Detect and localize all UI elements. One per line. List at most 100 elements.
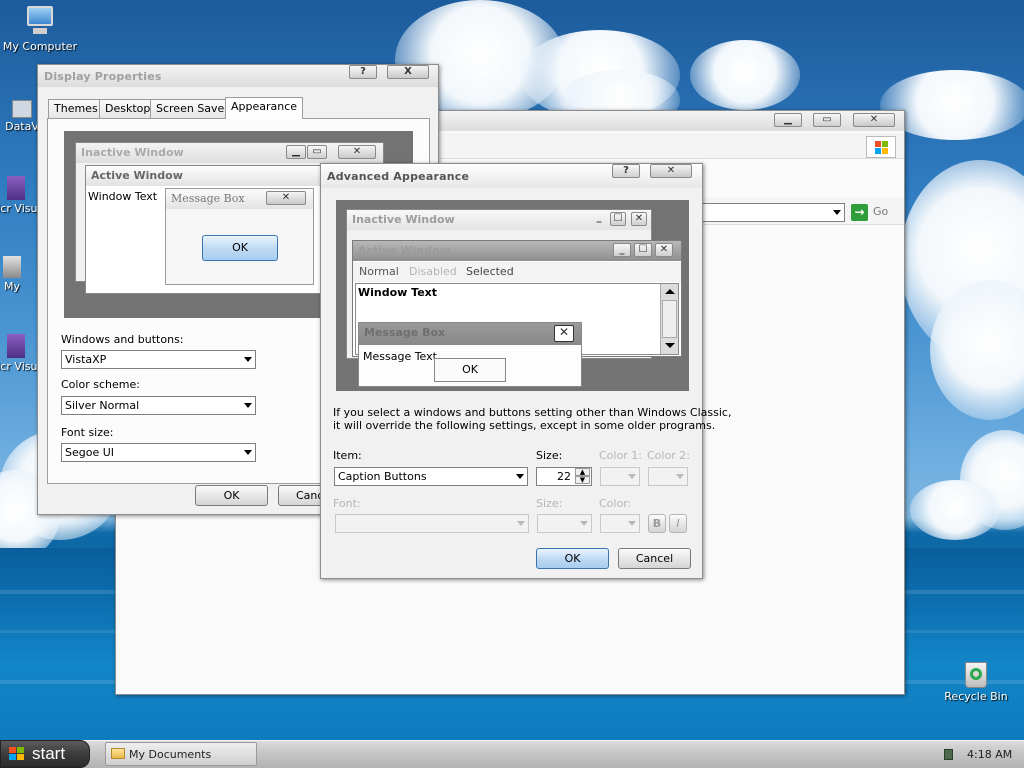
minimize-button: ▁ bbox=[286, 145, 306, 159]
chevron-down-icon bbox=[516, 474, 524, 479]
info-text-line2: it will override the following settings,… bbox=[333, 419, 716, 432]
close-button: ✕ bbox=[554, 325, 574, 342]
desktop-icon-label: Recycle Bin bbox=[944, 690, 1008, 703]
spinner-down-icon[interactable]: ▼ bbox=[575, 476, 590, 484]
maximize-button: ☐ bbox=[634, 243, 652, 257]
font-size-select[interactable]: Segoe UI bbox=[61, 443, 256, 462]
close-button: ✕ bbox=[338, 145, 376, 159]
tab-themes[interactable]: Themes bbox=[48, 99, 104, 118]
close-button: ✕ bbox=[266, 191, 306, 205]
desktop-icon-label: My bbox=[3, 280, 20, 293]
menu-disabled: Disabled bbox=[409, 265, 457, 278]
tab-screen-saver[interactable]: Screen Saver bbox=[150, 99, 235, 118]
close-button[interactable]: ✕ bbox=[650, 164, 692, 178]
address-combo[interactable] bbox=[702, 203, 845, 222]
preview-message-box-title: Message Box bbox=[359, 323, 581, 345]
network-icon[interactable] bbox=[944, 749, 953, 760]
font-select[interactable] bbox=[335, 514, 529, 533]
preview-active-title: Active Window bbox=[353, 241, 681, 261]
item-label: Item: bbox=[333, 449, 362, 462]
system-tray: 4:18 AM bbox=[936, 743, 1024, 767]
color-scheme-select[interactable]: Silver Normal bbox=[61, 396, 256, 415]
maximize-button[interactable]: ▭ bbox=[813, 113, 841, 127]
color2-picker[interactable] bbox=[648, 467, 688, 486]
bold-toggle-button[interactable]: B bbox=[648, 514, 666, 533]
preview-message-box: Message Box ✕ Message Text OK bbox=[358, 322, 582, 387]
display-properties-titlebar: Display Properties bbox=[38, 65, 438, 87]
taskbar: start My Documents 4:18 AM bbox=[0, 740, 1024, 768]
color2-label: Color 2: bbox=[647, 449, 690, 462]
close-button[interactable]: X bbox=[387, 65, 429, 79]
help-button[interactable]: ? bbox=[349, 65, 377, 79]
maximize-button: ☐ bbox=[610, 212, 626, 226]
preview-scrollbar bbox=[660, 284, 678, 354]
font-size-label: Size: bbox=[536, 497, 563, 510]
preview-message-text: Message Text bbox=[363, 350, 437, 363]
preview-message-box: Message Box ✕ OK bbox=[165, 188, 314, 285]
windows-and-buttons-select[interactable]: VistaXP bbox=[61, 350, 256, 369]
minimize-button: _ bbox=[613, 243, 631, 257]
ok-button[interactable]: OK bbox=[195, 485, 268, 506]
font-size-label: Font size: bbox=[61, 426, 114, 439]
shortcut-icon bbox=[3, 256, 21, 278]
font-size-select[interactable] bbox=[537, 514, 592, 533]
font-label: Font: bbox=[333, 497, 361, 510]
my-desktop-icon[interactable]: My bbox=[0, 256, 42, 293]
chevron-down-icon bbox=[833, 210, 841, 215]
font-color-picker[interactable] bbox=[600, 514, 640, 533]
item-select[interactable]: Caption Buttons bbox=[334, 467, 528, 486]
windows-and-buttons-label: Windows and buttons: bbox=[61, 333, 184, 346]
preview-ok-button: OK bbox=[202, 235, 278, 261]
start-label: start bbox=[32, 744, 66, 763]
taskbar-item-label: My Documents bbox=[129, 748, 212, 761]
folder-icon bbox=[111, 748, 125, 759]
chevron-down-icon bbox=[628, 474, 636, 479]
chevron-down-icon bbox=[244, 357, 252, 362]
preview-inactive-title: Inactive Window bbox=[76, 143, 383, 163]
computer-icon bbox=[23, 4, 57, 38]
clock: 4:18 AM bbox=[967, 748, 1013, 761]
size-spinner[interactable]: 22 ▲ ▼ bbox=[536, 467, 592, 486]
tab-desktop[interactable]: Desktop bbox=[99, 99, 157, 118]
shortcut-icon bbox=[7, 334, 25, 358]
menu-selected: Selected bbox=[466, 265, 514, 278]
taskbar-item-my-documents[interactable]: My Documents bbox=[105, 742, 257, 766]
window-title: Display Properties bbox=[44, 70, 162, 83]
menu-normal: Normal bbox=[359, 265, 399, 278]
minimize-button[interactable]: ▁ bbox=[774, 113, 802, 127]
color1-label: Color 1: bbox=[599, 449, 642, 462]
go-label: Go bbox=[873, 205, 889, 218]
chevron-down-icon bbox=[676, 474, 684, 479]
color1-picker[interactable] bbox=[600, 467, 640, 486]
preview-menu-bar: Normal Disabled Selected bbox=[353, 262, 681, 282]
windows-flag-icon bbox=[9, 747, 25, 762]
info-text-line1: If you select a windows and buttons sett… bbox=[333, 406, 732, 419]
size-label: Size: bbox=[536, 449, 563, 462]
ok-button[interactable]: OK bbox=[536, 548, 609, 569]
advanced-appearance-window: Advanced Appearance ? ✕ Inactive Window … bbox=[320, 163, 731, 579]
my-computer-desktop-icon[interactable]: My Computer bbox=[0, 4, 80, 53]
cancel-button[interactable]: Cancel bbox=[618, 548, 691, 569]
italic-toggle-button[interactable]: I bbox=[669, 514, 687, 533]
desktop-icon-label: My Computer bbox=[2, 40, 78, 53]
chevron-down-icon bbox=[628, 521, 636, 526]
minimize-button: _ bbox=[596, 212, 602, 223]
tab-appearance[interactable]: Appearance bbox=[225, 97, 304, 119]
scroll-down-icon bbox=[665, 343, 675, 348]
chevron-down-icon bbox=[244, 403, 252, 408]
help-button[interactable]: ? bbox=[612, 164, 640, 178]
spinner-up-icon[interactable]: ▲ bbox=[575, 468, 590, 476]
maximize-button: ▭ bbox=[307, 145, 327, 159]
close-button[interactable]: ✕ bbox=[853, 113, 895, 127]
chevron-down-icon bbox=[244, 450, 252, 455]
recycle-bin-desktop-icon[interactable]: Recycle Bin bbox=[936, 658, 1016, 703]
color-scheme-label: Color scheme: bbox=[61, 378, 140, 391]
shortcut-icon bbox=[7, 176, 25, 200]
chevron-down-icon bbox=[580, 521, 588, 526]
go-button[interactable]: → Go bbox=[851, 203, 901, 222]
preview-window-text: Window Text bbox=[88, 190, 158, 203]
preview-active-title: Active Window bbox=[86, 166, 322, 186]
start-button[interactable]: start bbox=[0, 740, 90, 768]
close-button: ✕ bbox=[655, 243, 673, 257]
close-button: ✕ bbox=[631, 212, 647, 226]
